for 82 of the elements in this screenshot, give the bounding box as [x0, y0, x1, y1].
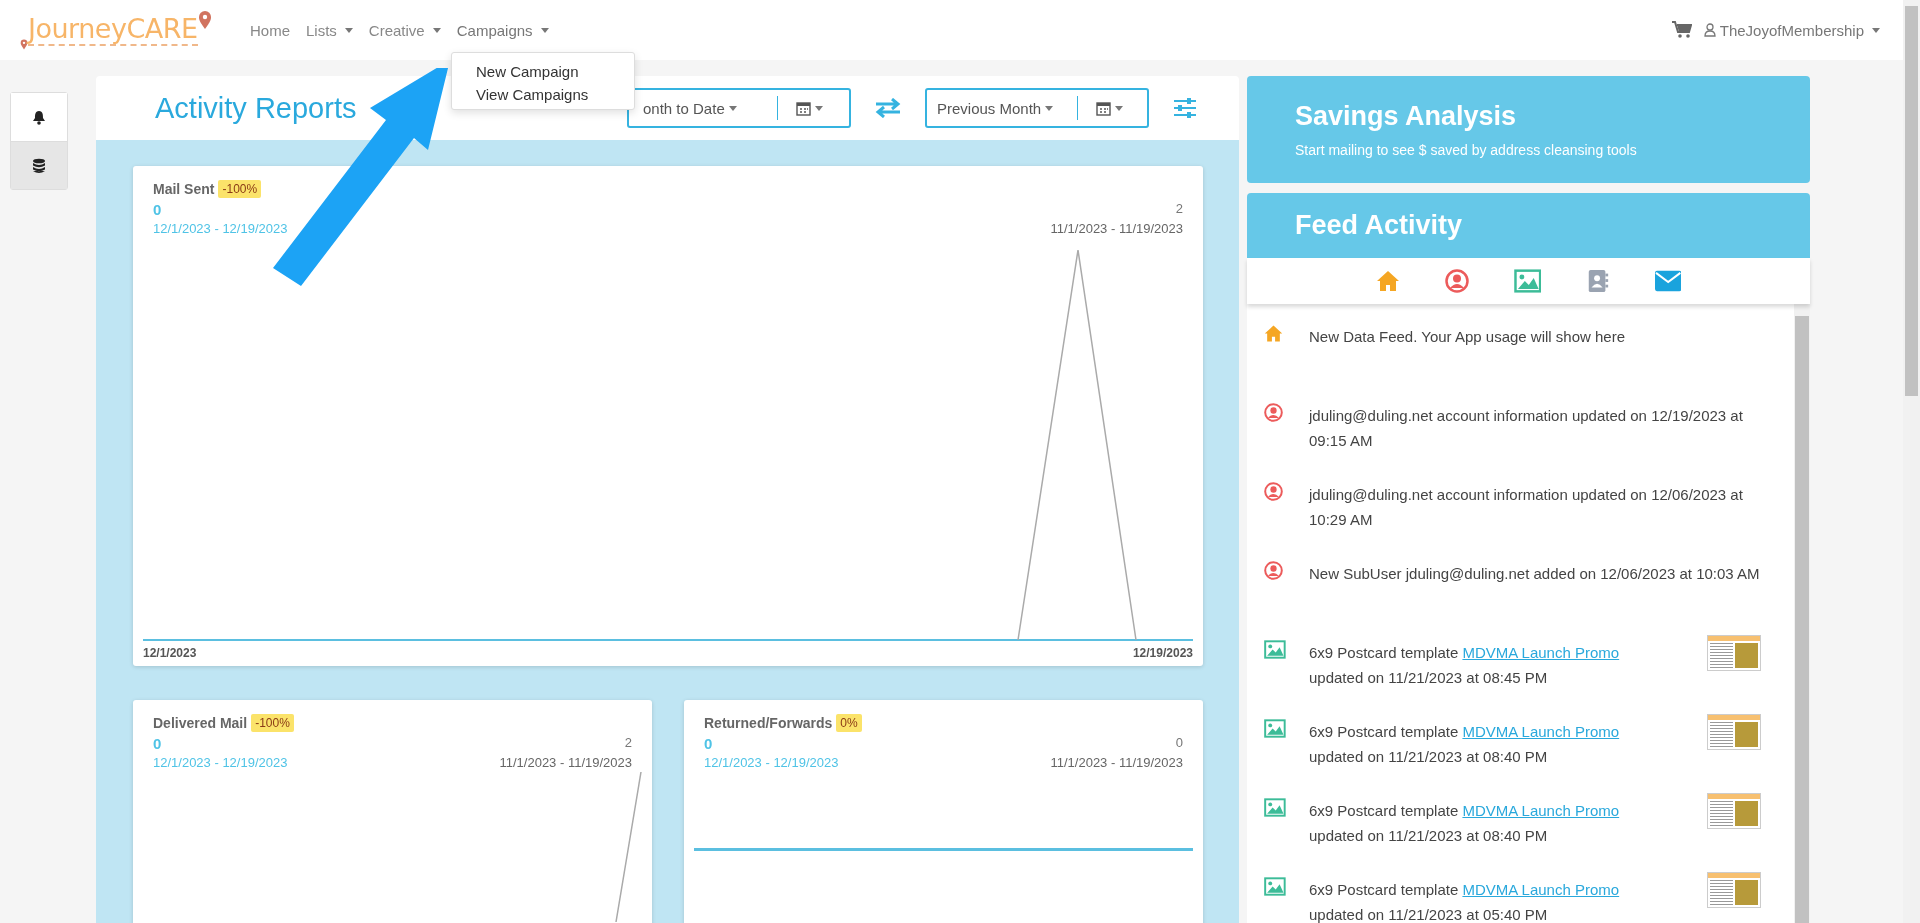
scrollbar[interactable] — [1794, 304, 1810, 923]
swap-icon[interactable] — [875, 98, 901, 118]
feed-text: New Data Feed. Your App usage will show here — [1309, 327, 1627, 347]
database-button[interactable] — [11, 141, 67, 189]
caret-icon — [815, 105, 823, 111]
calendar-icon — [796, 100, 811, 116]
notifications-button[interactable] — [11, 93, 67, 141]
postcard-thumbnail[interactable] — [1707, 635, 1761, 671]
feed-text: jduling@duling.net account information updated on 12/19/2023 at 09:15 AM — [1309, 406, 1744, 451]
feed-text: 6x9 Postcard template MDVMA Launch Promo updated on 11/21/2023 at 08:40 PM — [1309, 722, 1621, 767]
database-icon — [32, 157, 46, 174]
card-title: Delivered Mail — [153, 715, 248, 731]
card-heading: Feed Activity — [1295, 210, 1463, 241]
caret-icon — [540, 27, 549, 33]
nav-link[interactable]: Lists — [306, 21, 353, 39]
axis-label: 12/19/2023 — [1132, 646, 1193, 660]
postcard-thumbnail[interactable] — [1707, 872, 1761, 908]
change-badge: -100% — [251, 714, 294, 732]
feed-text: 6x9 Postcard template MDVMA Launch Promo updated on 11/21/2023 at 08:45 PM — [1309, 643, 1621, 688]
card-title: Mail Sent — [153, 181, 215, 197]
image-icon — [1264, 640, 1286, 659]
postcard-thumbnail[interactable] — [1707, 793, 1761, 829]
home-icon — [1375, 269, 1400, 293]
current-date-range: 12/1/2023 - 12/19/2023 — [704, 755, 839, 770]
previous-value: 2 — [1175, 201, 1183, 218]
feed-text: 6x9 Postcard template MDVMA Launch Promo updated on 11/21/2023 at 05:40 PM — [1309, 880, 1621, 923]
change-badge: 0% — [836, 714, 862, 732]
previous-date-range: 11/1/2023 - 11/19/2023 — [499, 755, 632, 770]
date-range-picker[interactable]: Previous Month — [925, 88, 1149, 128]
change-badge: -100% — [218, 180, 262, 198]
user-icon — [1703, 23, 1716, 37]
caret-icon — [1045, 105, 1054, 111]
user-icon — [1264, 482, 1283, 501]
user-icon — [1264, 403, 1283, 422]
template-link[interactable]: MDVMA Launch Promo — [1462, 881, 1620, 898]
user-menu[interactable]: TheJoyofMembership — [1703, 21, 1880, 39]
card-title: Returned/Forwards — [704, 715, 833, 731]
feed-text: jduling@duling.net account information updated on 12/06/2023 at 10:29 AM — [1309, 485, 1744, 530]
menu-item[interactable]: New Campaign — [452, 63, 634, 80]
caret-icon — [432, 27, 441, 33]
filter-sliders-icon[interactable] — [1173, 97, 1197, 119]
current-value: 0 — [704, 735, 713, 752]
caret-icon — [1115, 105, 1123, 111]
feed-text: 6x9 Postcard template MDVMA Launch Promo updated on 11/21/2023 at 08:40 PM — [1309, 801, 1621, 846]
contacts-icon — [1586, 269, 1611, 293]
savings-text: Start mailing to see $ saved by address cleansing tools — [1295, 142, 1638, 158]
nav-link[interactable]: Home — [250, 21, 290, 39]
image-icon — [1513, 269, 1542, 293]
date-range-picker[interactable]: onth to Date — [627, 88, 851, 128]
previous-value: 2 — [624, 735, 632, 752]
template-link[interactable]: MDVMA Launch Promo — [1462, 802, 1620, 819]
period-dropdown[interactable]: Previous Month — [927, 99, 1077, 117]
page-scrollbar[interactable] — [1903, 0, 1920, 923]
axis-label: 12/1/2023 — [143, 646, 197, 660]
image-icon — [1264, 877, 1286, 896]
caret-icon — [728, 105, 737, 111]
user-icon — [1264, 561, 1283, 580]
home-icon — [1264, 324, 1283, 343]
nav-link[interactable]: Campaigns — [456, 21, 549, 39]
nav-link[interactable]: Creative — [368, 21, 441, 39]
image-icon — [1264, 798, 1286, 817]
template-link[interactable]: MDVMA Launch Promo — [1462, 723, 1620, 740]
postcard-thumbnail[interactable] — [1707, 714, 1761, 750]
current-value: 0 — [153, 735, 162, 752]
card-heading: Savings Analysis — [1295, 101, 1518, 132]
current-value: 0 — [153, 201, 162, 218]
bell-icon — [32, 109, 46, 125]
calendar-icon — [1096, 100, 1111, 116]
previous-date-range: 11/1/2023 - 11/19/2023 — [1050, 755, 1183, 770]
template-link[interactable]: MDVMA Launch Promo — [1462, 644, 1620, 661]
previous-value: 0 — [1175, 735, 1183, 752]
cart-icon[interactable] — [1671, 21, 1692, 39]
caret-icon — [344, 27, 353, 33]
image-icon — [1264, 719, 1286, 738]
current-date-range: 12/1/2023 - 12/19/2023 — [153, 755, 288, 770]
user-icon — [1444, 269, 1469, 293]
page-title: Activity Reports — [155, 91, 357, 125]
caret-icon — [1872, 27, 1880, 33]
current-date-range: 12/1/2023 - 12/19/2023 — [153, 221, 288, 236]
feed-text: New SubUser jduling@duling.net added on 12/06/2023 at 10:03 AM — [1309, 564, 1761, 584]
previous-date-range: 11/1/2023 - 11/19/2023 — [1050, 221, 1183, 236]
mail-icon — [1655, 269, 1682, 293]
